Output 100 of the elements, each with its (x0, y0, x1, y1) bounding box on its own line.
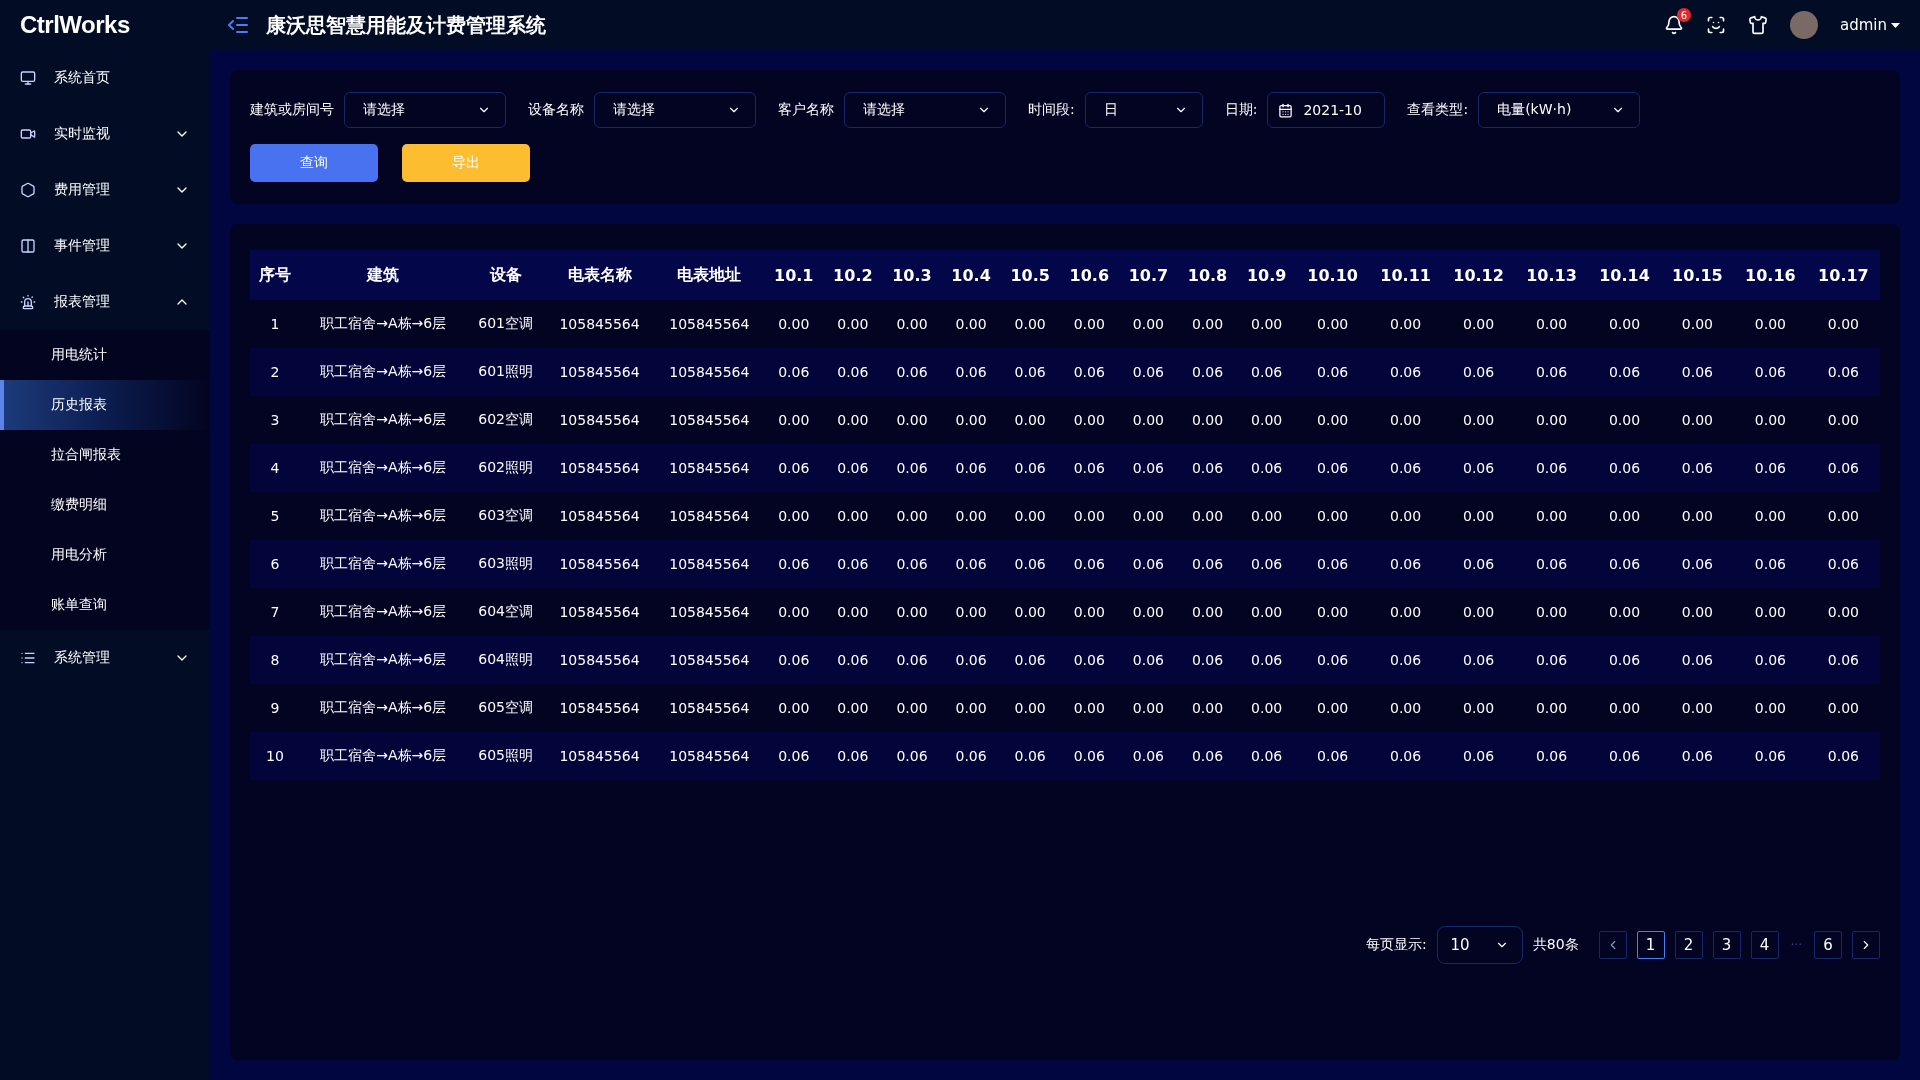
page-button[interactable]: 4 (1750, 931, 1779, 959)
table-cell: 0.00 (1296, 588, 1370, 636)
table-cell: 0.00 (1515, 492, 1588, 540)
column-header: 10.3 (882, 250, 942, 300)
table-cell: 0.00 (1369, 588, 1443, 636)
table-cell: 0.06 (1237, 444, 1297, 492)
column-header: 10.15 (1660, 250, 1734, 300)
select-field[interactable]: 日 (1084, 92, 1203, 128)
table-cell: 0.00 (1660, 588, 1734, 636)
table-cell: 0.00 (882, 492, 942, 540)
table-cell: 0.00 (764, 396, 824, 444)
filter-label: 建筑或房间号 (250, 101, 334, 119)
column-header: 10.7 (1118, 250, 1178, 300)
select-field[interactable]: 电量(kW·h) (1478, 92, 1641, 128)
table-cell: 0.00 (941, 396, 1001, 444)
table-cell: 0.00 (823, 588, 883, 636)
sidebar-subitem[interactable]: 拉合闸报表 (0, 430, 210, 480)
table-cell: 0.06 (882, 636, 942, 684)
select-field[interactable]: 请选择 (844, 92, 1006, 128)
table-cell: 8 (250, 636, 300, 684)
table-cell: 0.00 (1442, 300, 1516, 348)
table-cell: 0.00 (1369, 300, 1443, 348)
select-field[interactable]: 请选择 (344, 92, 506, 128)
table-cell: 0.00 (882, 300, 942, 348)
table-cell: 0.00 (882, 588, 942, 636)
sidebar-subitem[interactable]: 账单查询 (0, 580, 210, 630)
select-field[interactable]: 请选择 (594, 92, 756, 128)
table-cell: 0.06 (1442, 732, 1516, 780)
table-cell: 105845564 (544, 300, 655, 348)
table-cell: 105845564 (654, 492, 765, 540)
table-cell: 职工宿舍→A栋→6层 (299, 684, 467, 732)
column-header: 10.14 (1588, 250, 1661, 300)
page-button[interactable]: 1 (1636, 931, 1665, 959)
scan-icon[interactable] (1706, 15, 1726, 35)
table-cell: 0.00 (1515, 396, 1588, 444)
table-cell: 0.06 (1660, 444, 1734, 492)
table-cell: 601照明 (466, 348, 545, 396)
table-cell: 0.06 (1660, 636, 1734, 684)
table-cell: 0.06 (1237, 636, 1297, 684)
table-cell: 0.00 (764, 492, 824, 540)
sidebar-item[interactable]: 报表管理 (0, 274, 210, 330)
table-cell: 0.00 (882, 396, 942, 444)
table-cell: 0.06 (1237, 732, 1297, 780)
table-cell: 0.00 (1442, 588, 1516, 636)
sidebar-subitem[interactable]: 用电分析 (0, 530, 210, 580)
table-cell: 0.06 (882, 444, 942, 492)
table-cell: 105845564 (654, 348, 765, 396)
table-cell: 0.00 (1237, 396, 1297, 444)
table-cell: 0.06 (1118, 636, 1178, 684)
table-cell: 0.06 (1118, 540, 1178, 588)
table-cell: 0.06 (1177, 444, 1238, 492)
filter-label: 查看类型: (1407, 101, 1469, 119)
table-cell: 0.00 (1733, 492, 1807, 540)
table-cell: 0.00 (1660, 684, 1734, 732)
shirt-icon[interactable] (1748, 15, 1768, 35)
sidebar-item[interactable]: 事件管理 (0, 218, 210, 274)
table-cell: 602空调 (466, 396, 545, 444)
table-cell: 0.06 (941, 540, 1001, 588)
user-menu[interactable]: admin (1840, 16, 1900, 34)
table-cell: 3 (250, 396, 300, 444)
sidebar-item[interactable]: 系统管理 (0, 630, 210, 686)
table-cell: 0.00 (1296, 300, 1370, 348)
app-logo: CtrlWorks (19, 11, 131, 39)
table-cell: 0.06 (882, 732, 942, 780)
table-cell: 0.06 (1733, 540, 1807, 588)
sidebar-item[interactable]: 实时监视 (0, 106, 210, 162)
sidebar-subitem[interactable]: 用电统计 (0, 330, 210, 380)
page-size-select[interactable]: 10 (1436, 926, 1523, 964)
table-cell: 604空调 (466, 588, 545, 636)
query-button[interactable]: 查询 (250, 144, 378, 182)
table-cell: 0.00 (1588, 492, 1661, 540)
sidebar-item[interactable]: 费用管理 (0, 162, 210, 218)
table-cell: 0.06 (1369, 540, 1443, 588)
table-cell: 0.00 (1177, 492, 1238, 540)
page-button[interactable]: 6 (1814, 931, 1842, 959)
table-cell: 0.00 (941, 684, 1001, 732)
table-cell: 0.06 (764, 636, 824, 684)
user-avatar[interactable] (1790, 11, 1818, 39)
table-cell: 0.06 (1515, 444, 1588, 492)
hexagon-icon (20, 182, 36, 198)
table-cell: 603照明 (466, 540, 545, 588)
table-cell: 0.00 (1059, 300, 1119, 348)
table-cell: 0.00 (1733, 588, 1807, 636)
sidebar-subitem[interactable]: 缴费明细 (0, 480, 210, 530)
page-ellipsis: ··· (1789, 938, 1803, 952)
sidebar-item[interactable]: 系统首页 (0, 50, 210, 106)
table-cell: 0.06 (1000, 444, 1060, 492)
date-field[interactable]: 2021-10 (1267, 92, 1386, 128)
table-cell: 0.00 (1059, 684, 1119, 732)
table-cell: 9 (250, 684, 300, 732)
table-cell: 0.06 (1237, 540, 1297, 588)
table-cell: 0.00 (882, 684, 942, 732)
table-cell: 105845564 (544, 540, 655, 588)
table-cell: 0.00 (1237, 684, 1297, 732)
page-button[interactable]: 3 (1712, 931, 1741, 959)
column-header: 10.8 (1177, 250, 1238, 300)
columns-icon (20, 238, 36, 254)
table-cell: 0.00 (1660, 492, 1734, 540)
page-button[interactable]: 2 (1674, 931, 1703, 959)
filter-label: 客户名称 (778, 101, 834, 119)
